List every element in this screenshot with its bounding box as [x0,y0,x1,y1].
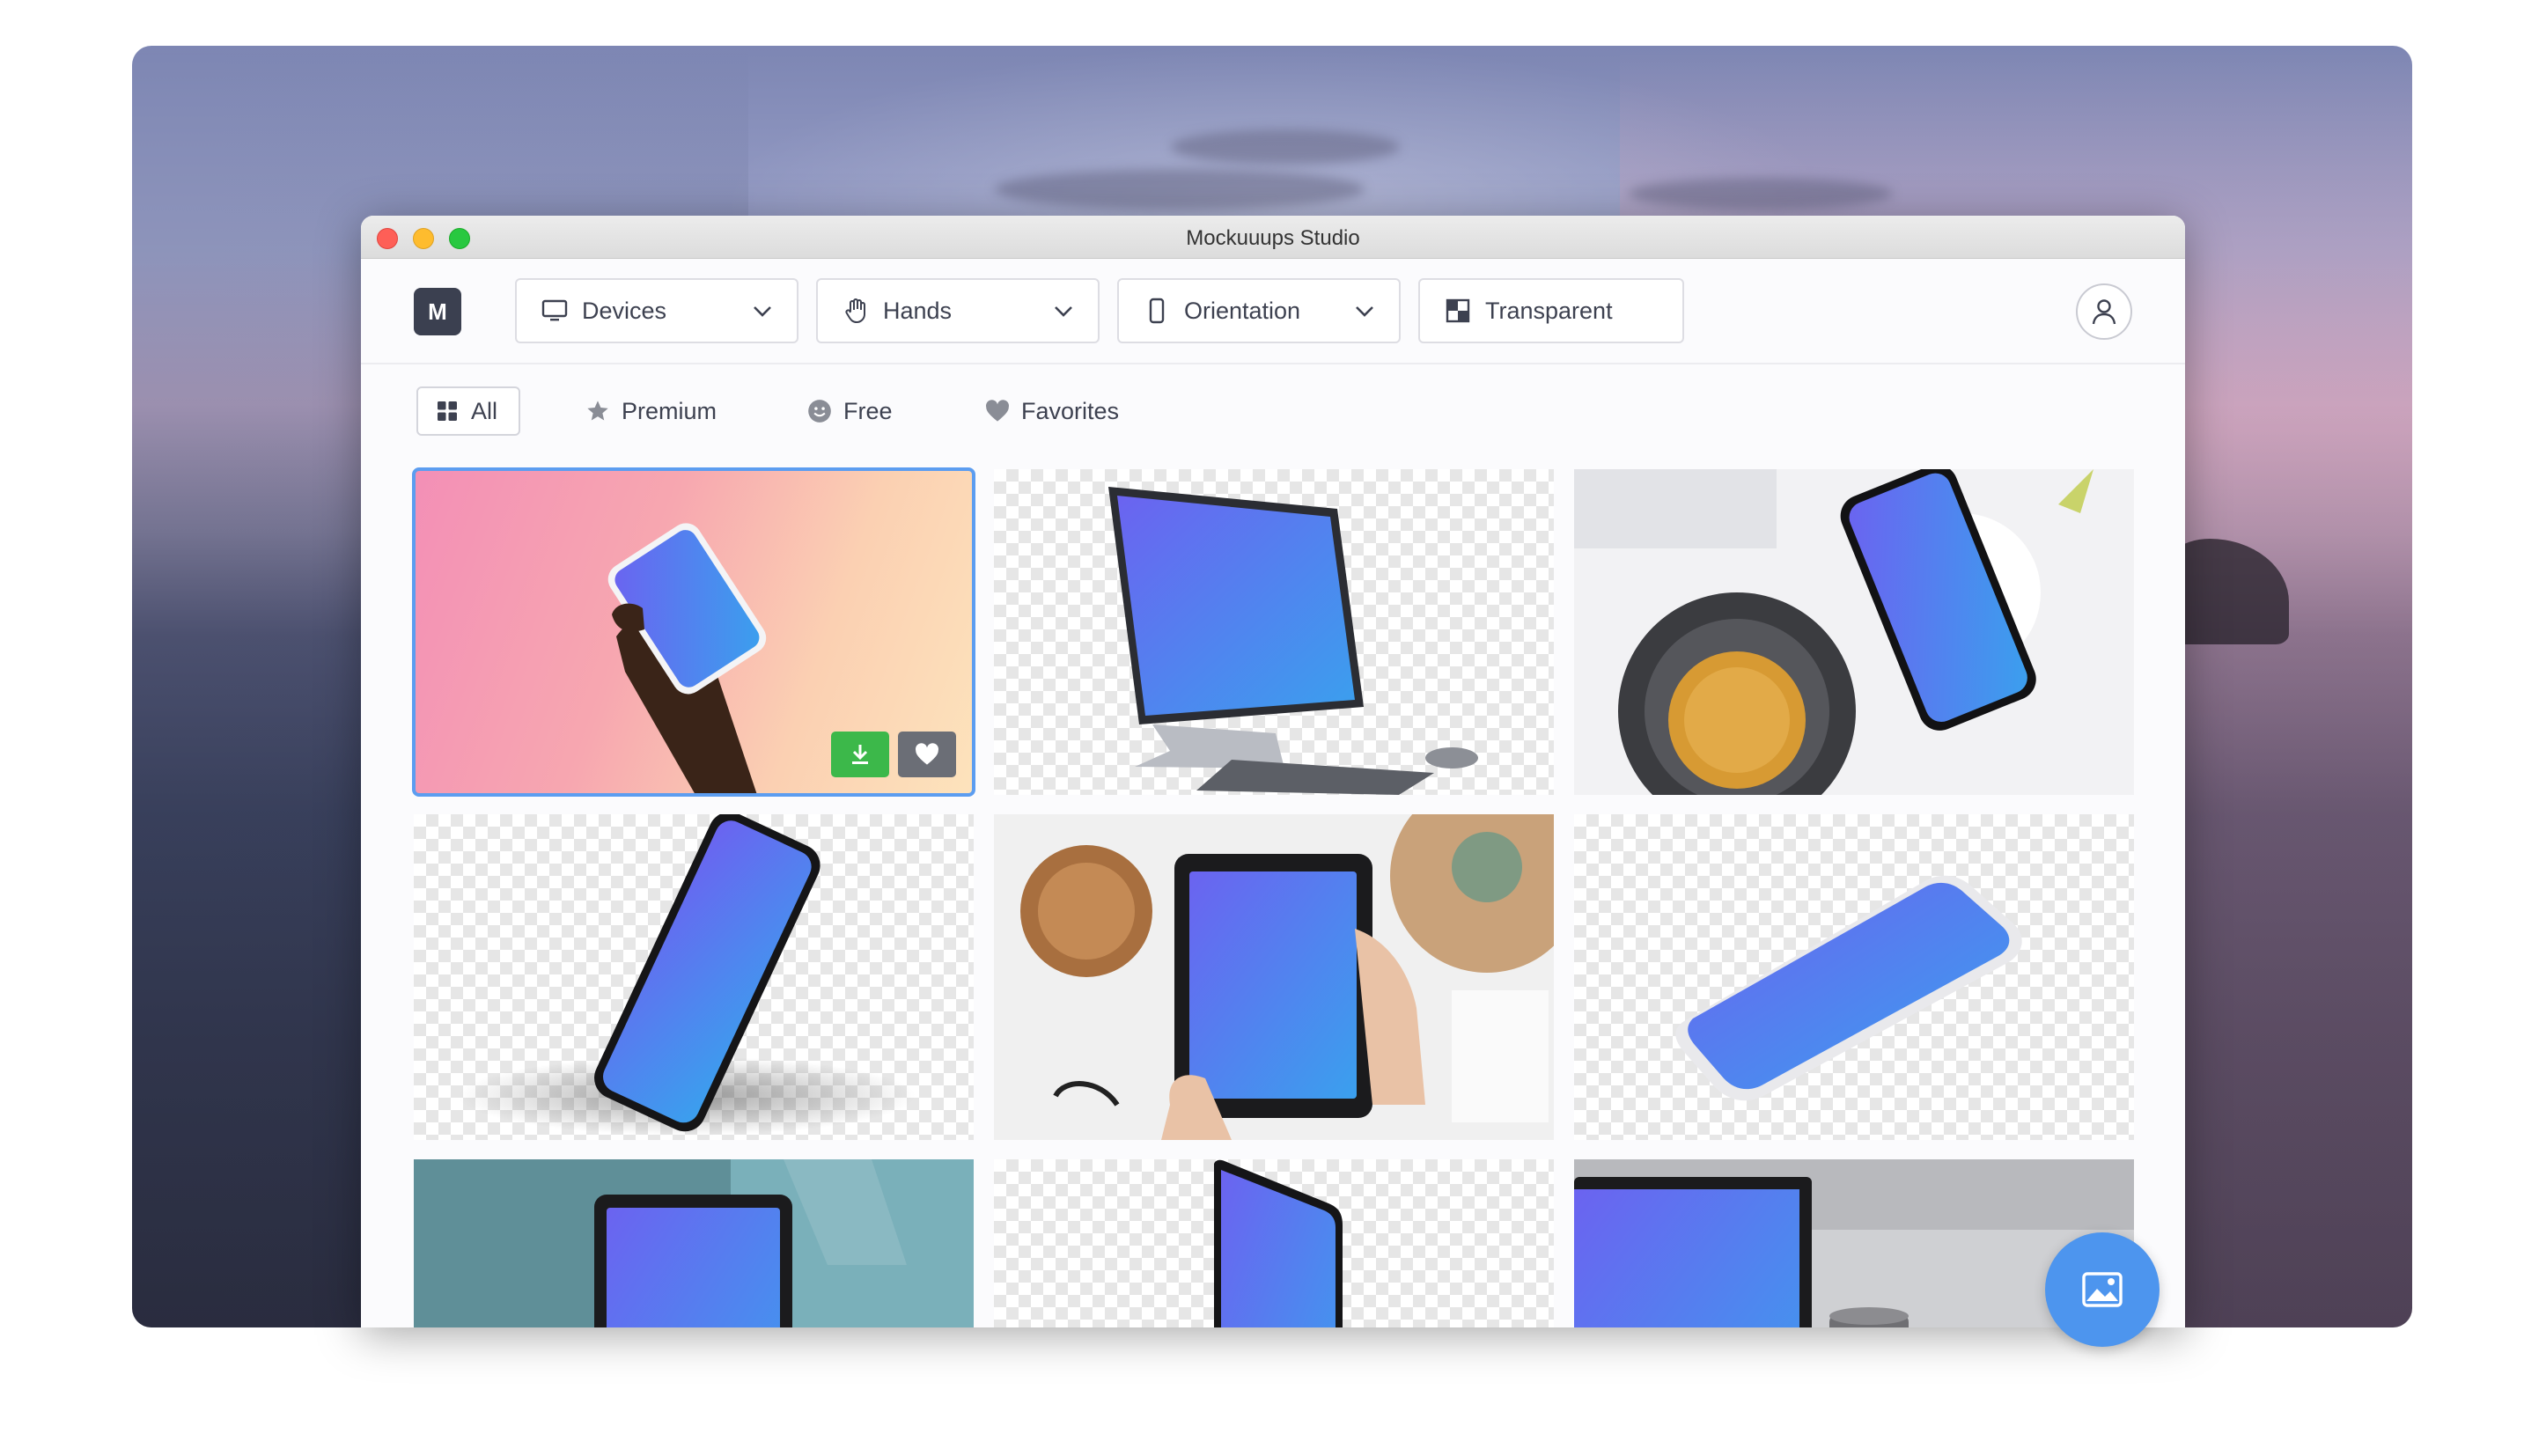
mockup-thumbnail [1020,814,1554,1140]
chevron-down-icon [1055,306,1072,317]
tab-free[interactable]: Free [806,386,893,436]
chevron-down-icon [1356,306,1373,317]
mockup-card[interactable] [414,814,974,1140]
app-logo[interactable]: M [414,288,461,335]
orientation-dropdown-label: Orientation [1184,297,1301,324]
transparent-toggle-label: Transparent [1485,297,1613,324]
mockup-thumbnail [1108,487,1478,795]
tab-free-label: Free [843,397,893,424]
mockup-thumbnail [594,1159,974,1327]
mockup-thumbnail [1574,469,2093,795]
mockup-card[interactable] [1574,814,2134,1140]
mockup-card[interactable] [994,814,1554,1140]
hands-dropdown-label: Hands [883,297,953,324]
chevron-down-icon [754,306,771,317]
hands-dropdown[interactable]: Hands [816,278,1100,343]
mockup-card[interactable] [412,467,975,797]
devices-dropdown-label: Devices [582,297,667,324]
mockup-thumbnail [458,814,916,1136]
category-tabs: All Premium Free Favorites [361,364,2185,436]
tab-favorites-label: Favorites [1021,397,1120,424]
tab-all-label: All [471,397,498,424]
account-button[interactable] [2076,283,2132,340]
app-window: Mockuuups Studio M Devices Hands Orienta… [361,216,2185,1327]
add-image-button[interactable] [2045,1232,2160,1347]
tab-premium-label: Premium [622,397,717,424]
cloud-shape [1171,129,1400,165]
mockup-thumbnail [1675,875,2022,1101]
mockup-thumbnail [607,523,767,795]
hand-icon [841,296,871,326]
toolbar: M Devices Hands Orientation Transparent [361,259,2185,364]
mockup-card[interactable] [994,469,1554,795]
mockup-card[interactable] [1574,469,2134,795]
mockup-card[interactable] [414,1159,974,1327]
title-bar: Mockuuups Studio [361,216,2185,259]
tab-premium[interactable]: Premium [585,386,717,436]
favorite-button[interactable] [898,732,956,777]
phone-portrait-icon [1142,296,1172,326]
orientation-dropdown[interactable]: Orientation [1117,278,1401,343]
user-icon [2092,299,2116,325]
mockup-thumbnail [1214,1159,1343,1327]
checkerboard-icon [1443,296,1473,326]
download-icon [852,745,868,764]
cloud-shape [995,169,1365,210]
tab-all[interactable]: All [416,386,521,436]
cloud-shape [1629,178,1893,210]
monitor-icon [540,296,570,326]
download-button[interactable] [831,732,889,777]
heart-icon [916,743,938,765]
image-icon [2082,1272,2123,1307]
tab-favorites[interactable]: Favorites [984,386,1119,436]
smiley-icon [806,398,833,424]
heart-icon [984,398,1011,424]
transparent-toggle[interactable]: Transparent [1418,278,1684,343]
mockup-card[interactable] [994,1159,1554,1327]
star-icon [585,398,611,424]
window-title: Mockuuups Studio [1186,226,1360,250]
grid-icon [434,398,460,424]
devices-dropdown[interactable]: Devices [515,278,798,343]
